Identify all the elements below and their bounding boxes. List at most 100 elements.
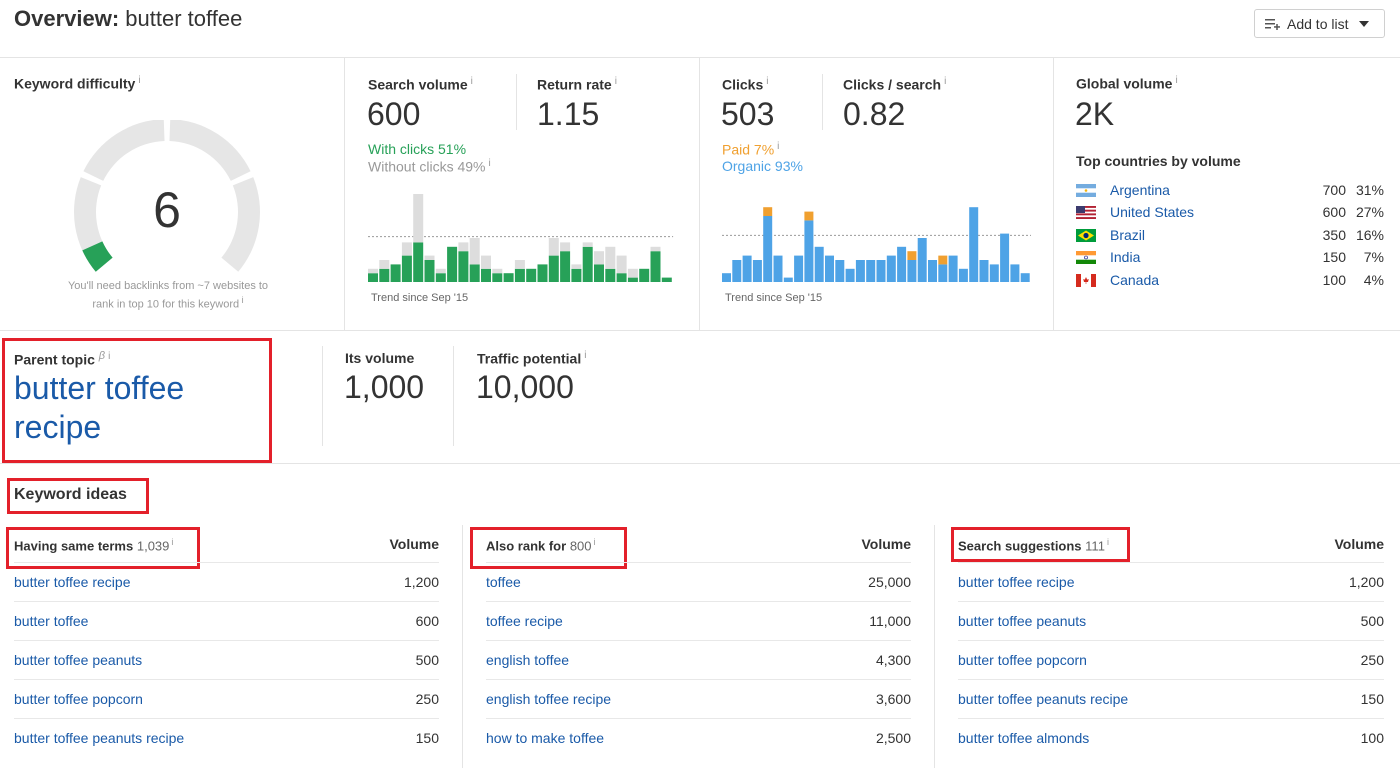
info-icon[interactable]: i [1175,75,1177,86]
keyword-difficulty-label: Keyword difficulty i [14,75,141,92]
info-icon[interactable]: i [766,76,768,87]
keyword-link[interactable]: butter toffee peanuts recipe [14,730,184,746]
keyword-link[interactable]: english toffee recipe [486,691,611,707]
beta-badge: β [98,350,106,362]
info-icon[interactable]: i [594,537,596,547]
with-clicks-text: With clicks 51% [368,141,467,157]
having-same-terms-header[interactable]: Having same terms 1,039 i [14,537,173,553]
with-clicks-bar [469,264,480,282]
info-icon[interactable]: i [239,295,244,305]
organic-bar [907,260,917,282]
paid-bar [938,255,948,265]
kd-note-line1: You'll need backlinks from ~7 websites t… [67,280,269,292]
keyword-link[interactable]: butter toffee peanuts [958,613,1086,629]
organic-bar [773,255,783,282]
organic-bar [876,260,886,282]
keyword-row: toffee recipe 11,000 [486,601,911,640]
without-clicks-bar [435,268,446,274]
info-icon[interactable]: i [584,350,586,361]
keyword-link[interactable]: butter toffee popcorn [958,652,1087,668]
add-to-list-button[interactable]: Add to list [1254,9,1385,38]
with-clicks-bar [650,251,661,282]
info-icon[interactable]: i [471,76,473,87]
divider [322,346,323,446]
top-countries-label: Top countries by volume [1076,153,1241,169]
organic-bar [732,260,742,282]
with-clicks-bar [390,264,401,282]
info-icon[interactable]: i [138,75,140,86]
search-volume-trend-label: Trend since Sep '15 [371,292,469,304]
divider [453,346,454,446]
keyword-link[interactable]: english toffee [486,652,569,668]
with-clicks-bar [401,255,412,282]
country-link[interactable]: United States [1110,204,1194,220]
info-icon[interactable]: i [944,76,946,87]
without-clicks-text: Without clicks 49% i [368,158,491,175]
country-link[interactable]: Argentina [1110,182,1170,198]
also-rank-for-header[interactable]: Also rank for 800 i [486,537,596,553]
with-clicks-bar [503,273,514,282]
keyword-volume: 1,200 [1348,574,1384,590]
organic-text: Organic 93% [722,158,803,174]
keyword-link[interactable]: butter toffee popcorn [14,691,143,707]
organic-bar [804,220,814,282]
gauge-segment [83,119,165,181]
info-icon[interactable]: i [1107,537,1109,547]
with-clicks-bar [605,268,616,282]
without-clicks-bar [458,242,469,252]
divider [699,58,700,330]
keyword-row: english toffee recipe 3,600 [486,679,911,718]
organic-bar [886,255,896,282]
parent-topic-link[interactable]: butter toffee recipe [14,369,264,447]
keyword-link[interactable]: toffee [486,574,521,590]
with-clicks-bar [481,268,491,282]
info-icon[interactable]: i [777,141,779,152]
info-icon[interactable]: i [108,351,110,362]
keyword-row: butter toffee 600 [14,601,439,640]
organic-bar [958,268,968,282]
country-link[interactable]: Canada [1110,272,1159,288]
organic-bar [928,260,937,282]
keyword-link[interactable]: butter toffee almonds [958,730,1089,746]
country-link[interactable]: Brazil [1110,227,1145,243]
country-percent: 27% [1355,204,1384,220]
country-volume: 600 [1322,204,1346,220]
keyword-volume: 500 [415,652,439,668]
info-icon[interactable]: i [171,537,173,547]
keyword-link[interactable]: butter toffee recipe [14,574,130,590]
without-clicks-bar [650,246,661,252]
organic-bar [1000,233,1010,282]
keyword-link[interactable]: toffee recipe [486,613,563,629]
keyword-link[interactable]: butter toffee [14,613,88,629]
keyword-row: toffee 25,000 [486,562,911,601]
india-flag-icon [1076,251,1096,264]
global-volume-value: 2K [1075,96,1115,132]
return-rate-label: Return rate i [537,76,617,93]
info-icon[interactable]: i [488,158,490,169]
keyword-link[interactable]: how to make toffee [486,730,604,746]
without-clicks-bar [560,242,571,252]
keyword-ideas-label: Keyword ideas [14,486,127,503]
with-clicks-bar [368,273,378,282]
keyword-row: butter toffee peanuts recipe 150 [958,679,1384,718]
keyword-difficulty-gauge: 6 [60,119,275,280]
keyword-volume: 3,600 [875,691,911,707]
title-prefix: Overview: [14,6,120,31]
volume-header: Volume [1334,536,1384,552]
clicks-trend-chart [722,207,1031,282]
info-icon[interactable]: i [615,76,617,87]
with-clicks-bar [458,251,469,282]
keyword-link[interactable]: butter toffee peanuts recipe [958,691,1128,707]
country-link[interactable]: India [1110,249,1140,265]
parent-topic-label: Parent topic βi [14,350,111,368]
without-clicks-bar [514,260,525,269]
keyword-difficulty-value: 6 [153,182,181,238]
without-clicks-bar [594,251,604,265]
keyword-link[interactable]: butter toffee recipe [958,574,1074,590]
organic-bar [948,255,958,282]
with-clicks-bar [379,268,390,282]
keyword-link[interactable]: butter toffee peanuts [14,652,142,668]
usa-flag-icon [1076,206,1096,219]
organic-bar [825,255,834,282]
search-suggestions-header[interactable]: Search suggestions 111 i [958,537,1109,553]
